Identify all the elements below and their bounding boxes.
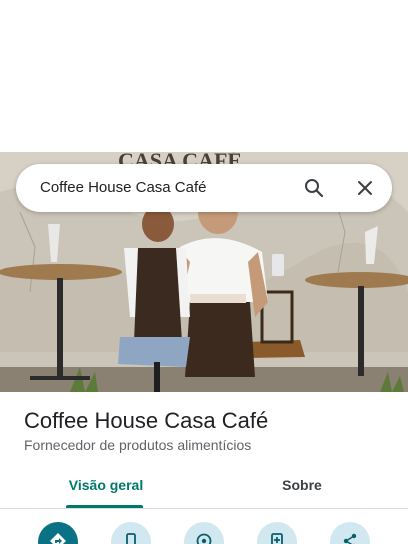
place-category: Fornecedor de produtos alimentícios [24,437,252,453]
place-title: Coffee House Casa Café [24,408,269,433]
close-icon[interactable] [353,176,377,200]
save-icon [271,533,283,544]
share-icon [343,533,357,544]
phone-icon [126,533,136,544]
nearby-icon [196,533,212,544]
active-tab-indicator [66,505,143,508]
action-row [0,522,408,544]
save-button[interactable] [257,522,297,544]
directions-button[interactable] [38,522,78,544]
tab-about[interactable]: Sobre [244,466,360,508]
search-input[interactable]: Coffee House Casa Café [40,164,207,212]
map-area-blank [0,0,408,152]
place-tabs: Visão geral Sobre [0,466,408,509]
search-bar[interactable]: Coffee House Casa Café [16,164,392,212]
directions-icon [50,533,66,544]
search-icon[interactable] [302,176,326,200]
call-button[interactable] [111,522,151,544]
tab-overview[interactable]: Visão geral [48,466,164,508]
nearby-button[interactable] [184,522,224,544]
share-button[interactable] [330,522,370,544]
